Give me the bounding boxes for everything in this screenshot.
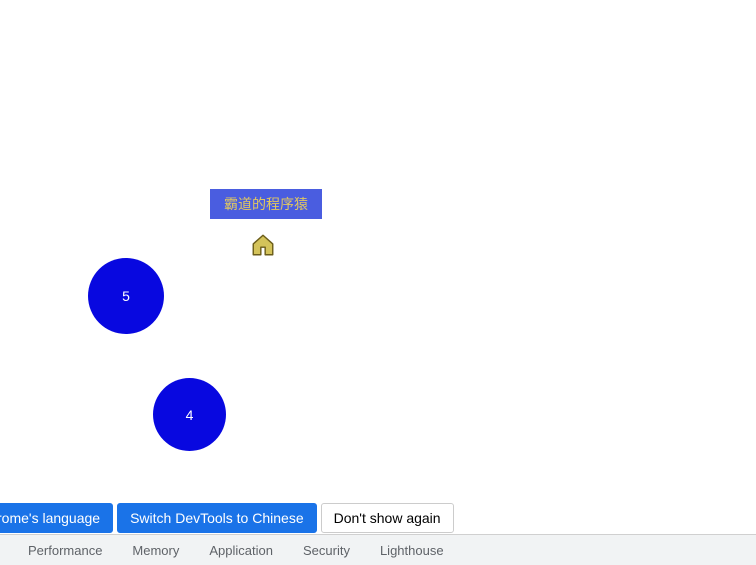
dont-show-again-button[interactable]: Don't show again: [321, 503, 454, 533]
devtools-language-notice: rome's language Switch DevTools to Chine…: [0, 503, 454, 533]
house-icon: [250, 232, 276, 258]
visualization-canvas: 霸道的程序猿 5 4: [0, 0, 756, 500]
devtools-tab-bar: Performance Memory Application Security …: [0, 534, 756, 565]
switch-devtools-chinese-button[interactable]: Switch DevTools to Chinese: [117, 503, 317, 533]
tab-lighthouse[interactable]: Lighthouse: [380, 543, 444, 558]
data-node-4[interactable]: 4: [153, 378, 226, 451]
data-node-5[interactable]: 5: [88, 258, 164, 334]
tab-application[interactable]: Application: [209, 543, 273, 558]
tab-memory[interactable]: Memory: [132, 543, 179, 558]
match-chrome-language-button[interactable]: rome's language: [0, 503, 113, 533]
caption-label: 霸道的程序猿: [210, 189, 322, 219]
tab-security[interactable]: Security: [303, 543, 350, 558]
tab-performance[interactable]: Performance: [28, 543, 102, 558]
